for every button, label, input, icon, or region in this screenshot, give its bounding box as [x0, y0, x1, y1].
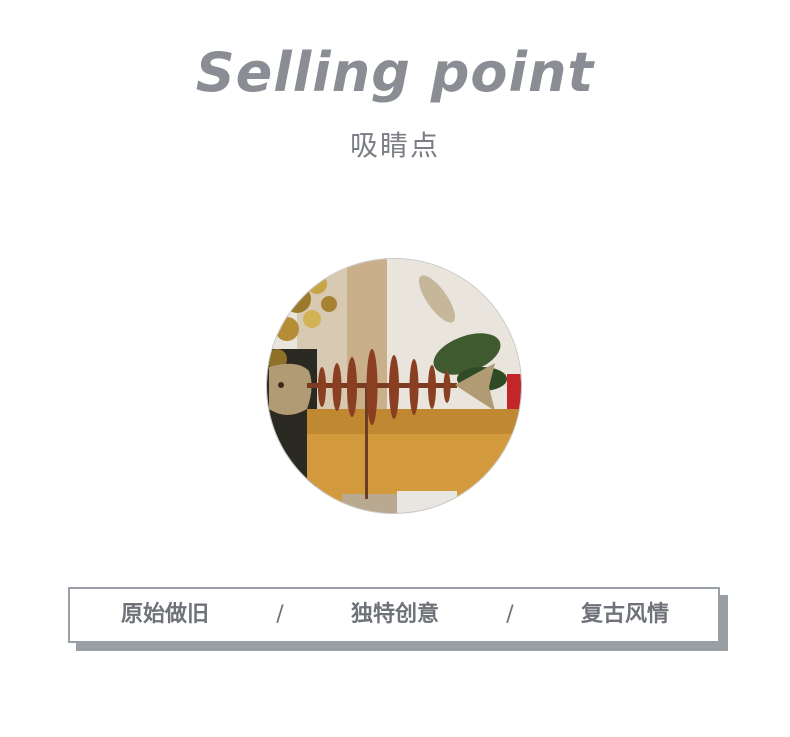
page-subtitle: 吸睛点 [349, 129, 440, 162]
fish-skeleton-decoration-image [267, 259, 521, 513]
feature-tags-bar: 原始做旧 / 独特创意 / 复古风情 [68, 587, 720, 643]
tag-item: 独特创意 [350, 602, 439, 627]
tag-item: 原始做旧 [120, 602, 209, 627]
tag-item: 复古风情 [580, 602, 669, 627]
tag-separator: / [276, 602, 284, 627]
tag-separator: / [506, 602, 514, 627]
product-photo [266, 258, 522, 514]
page-title: Selling point [195, 41, 595, 104]
